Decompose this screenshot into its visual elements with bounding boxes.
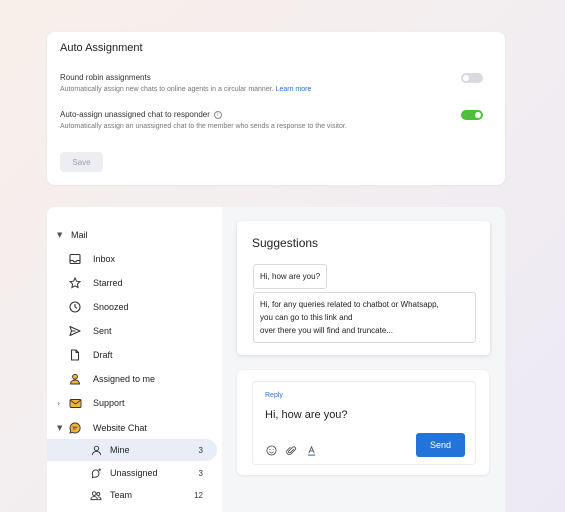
sidebar-item-label: Assigned to me xyxy=(93,374,156,384)
auto-assign-title-row: Auto-assign unassigned chat to responder… xyxy=(60,110,483,119)
star-icon xyxy=(68,276,82,290)
suggestions-title: Suggestions xyxy=(252,236,319,250)
count-badge: 3 xyxy=(198,468,203,478)
auto-assignment-card: Auto Assignment Round robin assignments … xyxy=(47,32,505,185)
clock-icon xyxy=(68,300,82,314)
sidebar: ▼ Mail Inbox Starred Snoozed Sent Draft … xyxy=(47,207,222,512)
chevron-down-icon[interactable]: ▼ xyxy=(57,231,62,239)
app-frame: Auto Assignment Round robin assignments … xyxy=(0,0,565,512)
suggestion-line: you can go to this link and xyxy=(260,313,353,322)
document-icon xyxy=(68,348,82,362)
sidebar-item-label: Support xyxy=(93,398,125,408)
toggle-knob xyxy=(475,112,481,118)
sidebar-item-support[interactable]: › Support xyxy=(47,392,217,414)
sidebar-item-assigned-to-me[interactable]: Assigned to me xyxy=(47,368,217,390)
chat-icon xyxy=(68,421,82,435)
reply-composer[interactable]: Reply Hi, how are you? Send xyxy=(252,381,476,465)
reply-card: Reply Hi, how are you? Send xyxy=(237,370,489,475)
text-format-icon[interactable] xyxy=(305,444,317,456)
auto-assign-title: Auto-assign unassigned chat to responder xyxy=(60,110,210,119)
sidebar-item-unassigned[interactable]: Unassigned 3 xyxy=(47,462,217,484)
sidebar-item-snoozed[interactable]: Snoozed xyxy=(47,296,217,318)
sidebar-item-label: Snoozed xyxy=(93,302,129,312)
sidebar-item-sent[interactable]: Sent xyxy=(47,320,217,342)
person-icon xyxy=(89,443,103,457)
sidebar-item-website-chat[interactable]: ▼ Website Chat xyxy=(47,417,217,439)
round-robin-setting: Round robin assignments Automatically as… xyxy=(60,73,483,93)
info-icon[interactable]: i xyxy=(213,110,222,119)
auto-assign-toggle[interactable] xyxy=(461,110,483,120)
sidebar-item-inbox[interactable]: Inbox xyxy=(47,248,217,270)
sidebar-item-label: Unassigned xyxy=(110,468,158,478)
suggestion-line: Hi, for any queries related to chatbot o… xyxy=(260,300,439,309)
inbox-icon xyxy=(68,252,82,266)
reply-label: Reply xyxy=(265,392,283,399)
chat-add-icon xyxy=(89,466,103,480)
sidebar-item-label: Team xyxy=(110,490,133,500)
round-robin-toggle[interactable] xyxy=(461,73,483,83)
sidebar-item-label: Starred xyxy=(93,278,123,288)
sidebar-item-label: Inbox xyxy=(93,254,116,264)
auto-assignment-title: Auto Assignment xyxy=(60,42,143,54)
sidebar-item-starred[interactable]: Starred xyxy=(47,272,217,294)
chevron-right-icon[interactable]: › xyxy=(57,399,60,408)
suggestion-line: over there you will find and truncate... xyxy=(260,326,393,335)
suggestions-card: Suggestions Hi, how are you? Hi, for any… xyxy=(237,221,490,355)
emoji-icon[interactable] xyxy=(265,444,277,456)
inbox-panel: ▼ Mail Inbox Starred Snoozed Sent Draft … xyxy=(47,207,505,512)
reply-input[interactable]: Hi, how are you? xyxy=(265,409,348,421)
sidebar-item-label: Sent xyxy=(93,326,112,336)
send-icon xyxy=(68,324,82,338)
sidebar-item-label: Draft xyxy=(93,350,113,360)
sidebar-item-draft[interactable]: Draft xyxy=(47,344,217,366)
sidebar-item-team[interactable]: Team 12 xyxy=(47,484,217,506)
attachment-icon[interactable] xyxy=(285,444,297,456)
auto-assign-setting: Auto-assign unassigned chat to responder… xyxy=(60,110,483,130)
save-button[interactable]: Save xyxy=(60,152,103,172)
send-button[interactable]: Send xyxy=(416,433,465,457)
learn-more-link[interactable]: Learn more xyxy=(276,86,312,93)
sidebar-item-mail[interactable]: ▼ Mail xyxy=(47,224,217,246)
sidebar-item-label: Mine xyxy=(110,445,130,455)
toggle-knob xyxy=(463,75,469,81)
auto-assign-description: Automatically assign an unassigned chat … xyxy=(60,123,347,130)
suggestion-chip[interactable]: Hi, for any queries related to chatbot o… xyxy=(253,292,476,343)
round-robin-description-text: Automatically assign new chats to online… xyxy=(60,86,274,93)
envelope-icon xyxy=(68,396,82,410)
sidebar-item-label: Mail xyxy=(71,230,88,240)
suggestion-chip[interactable]: Hi, how are you? xyxy=(253,264,328,289)
chevron-down-icon[interactable]: ▼ xyxy=(57,424,62,432)
team-icon xyxy=(89,488,103,502)
sidebar-item-mine[interactable]: Mine 3 xyxy=(47,439,217,461)
round-robin-title: Round robin assignments xyxy=(60,73,151,82)
round-robin-description: Automatically assign new chats to online… xyxy=(60,86,483,93)
count-badge: 3 xyxy=(198,445,203,455)
person-icon xyxy=(68,372,82,386)
sidebar-item-label: Website Chat xyxy=(93,423,147,433)
count-badge: 12 xyxy=(194,490,203,500)
